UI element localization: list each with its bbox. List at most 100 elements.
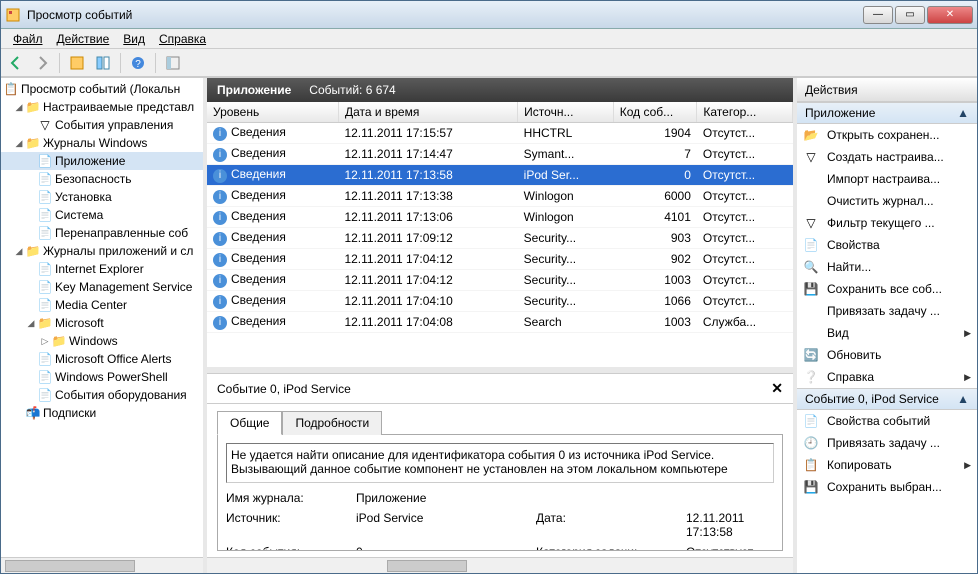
menu-action[interactable]: Действие bbox=[51, 30, 116, 48]
table-row[interactable]: iСведения12.11.2011 17:13:06Winlogon4101… bbox=[207, 207, 793, 228]
table-row[interactable]: iСведения12.11.2011 17:04:10Security...1… bbox=[207, 291, 793, 312]
action-view[interactable]: Вид▶ bbox=[797, 322, 977, 344]
expander-icon[interactable]: ◢ bbox=[13, 102, 25, 113]
table-row[interactable]: iСведения12.11.2011 17:15:57HHCTRL1904От… bbox=[207, 123, 793, 144]
tree-system[interactable]: 📄Система bbox=[1, 206, 203, 224]
table-row[interactable]: iСведения12.11.2011 17:04:12Security...9… bbox=[207, 249, 793, 270]
action-import-custom[interactable]: Импорт настраива... bbox=[797, 168, 977, 190]
menu-view[interactable]: Вид bbox=[117, 30, 151, 48]
tree-ie[interactable]: 📄Internet Explorer bbox=[1, 260, 203, 278]
action-create-custom[interactable]: ▽Создать настраива... bbox=[797, 146, 977, 168]
properties-icon[interactable] bbox=[92, 53, 114, 73]
action-copy[interactable]: 📋Копировать▶ bbox=[797, 454, 977, 476]
table-row[interactable]: iСведения12.11.2011 17:13:58iPod Ser...0… bbox=[207, 165, 793, 186]
action-properties[interactable]: 📄Свойства bbox=[797, 234, 977, 256]
table-row[interactable]: iСведения12.11.2011 17:14:47Symant...7От… bbox=[207, 144, 793, 165]
col-source[interactable]: Источн... bbox=[518, 102, 614, 123]
tree-admin-events[interactable]: ▽События управления bbox=[1, 116, 203, 134]
tree-setup[interactable]: 📄Установка bbox=[1, 188, 203, 206]
menu-help[interactable]: Справка bbox=[153, 30, 212, 48]
tree-pane: 📋Просмотр событий (Локальн ◢📁Настраиваем… bbox=[1, 78, 207, 573]
detail-hscroll[interactable] bbox=[207, 557, 793, 573]
open-icon: 📂 bbox=[803, 127, 819, 143]
content: 📋Просмотр событий (Локальн ◢📁Настраиваем… bbox=[1, 77, 977, 573]
tree-security[interactable]: 📄Безопасность bbox=[1, 170, 203, 188]
titlebar[interactable]: Просмотр событий — ▭ ✕ bbox=[1, 1, 977, 29]
table-row[interactable]: iСведения12.11.2011 17:04:12Security...1… bbox=[207, 270, 793, 291]
col-eventid[interactable]: Код соб... bbox=[613, 102, 697, 123]
tree-application[interactable]: 📄Приложение bbox=[1, 152, 203, 170]
action-help[interactable]: ❔Справка▶ bbox=[797, 366, 977, 388]
tree-microsoft[interactable]: ◢📁Microsoft bbox=[1, 314, 203, 332]
tree-root[interactable]: 📋Просмотр событий (Локальн bbox=[1, 80, 203, 98]
tree-hscroll[interactable] bbox=[1, 557, 203, 573]
action-refresh[interactable]: 🔄Обновить bbox=[797, 344, 977, 366]
col-category[interactable]: Категор... bbox=[697, 102, 793, 123]
grid-header[interactable]: Уровень Дата и время Источн... Код соб..… bbox=[207, 102, 793, 123]
action-save-all[interactable]: 💾Сохранить все соб... bbox=[797, 278, 977, 300]
detail-description: Не удается найти описание для идентифика… bbox=[226, 443, 774, 483]
tree-office-alerts[interactable]: 📄Microsoft Office Alerts bbox=[1, 350, 203, 368]
tree-windows-logs[interactable]: ◢📁Журналы Windows bbox=[1, 134, 203, 152]
expander-icon[interactable]: ◢ bbox=[25, 318, 37, 329]
maximize-button[interactable]: ▭ bbox=[895, 6, 925, 24]
action-attach-task[interactable]: Привязать задачу ... bbox=[797, 300, 977, 322]
tree-media-center[interactable]: 📄Media Center bbox=[1, 296, 203, 314]
actions-group-app[interactable]: Приложение▲ bbox=[797, 102, 977, 124]
actions-title: Действия bbox=[797, 78, 977, 102]
action-clear-log[interactable]: Очистить журнал... bbox=[797, 190, 977, 212]
tree-hardware[interactable]: 📄События оборудования bbox=[1, 386, 203, 404]
action-find[interactable]: 🔍Найти... bbox=[797, 256, 977, 278]
event-grid[interactable]: Уровень Дата и время Источн... Код соб..… bbox=[207, 102, 793, 367]
close-button[interactable]: ✕ bbox=[927, 6, 973, 24]
folder-icon: 📁 bbox=[37, 315, 53, 331]
table-row[interactable]: iСведения12.11.2011 17:13:38Winlogon6000… bbox=[207, 186, 793, 207]
table-row[interactable]: iСведения12.11.2011 17:09:12Security...9… bbox=[207, 228, 793, 249]
log-icon: 📄 bbox=[37, 279, 53, 295]
tree-app-logs[interactable]: ◢📁Журналы приложений и сл bbox=[1, 242, 203, 260]
log-icon: 📄 bbox=[37, 171, 53, 187]
filter-icon: ▽ bbox=[803, 215, 819, 231]
tree-powershell[interactable]: 📄Windows PowerShell bbox=[1, 368, 203, 386]
tree-custom-views[interactable]: ◢📁Настраиваемые представл bbox=[1, 98, 203, 116]
info-icon: i bbox=[213, 274, 227, 288]
tree-forwarded[interactable]: 📄Перенаправленные соб bbox=[1, 224, 203, 242]
forward-icon[interactable] bbox=[31, 53, 53, 73]
back-icon[interactable] bbox=[5, 53, 27, 73]
collapse-icon[interactable]: ▲ bbox=[957, 392, 969, 406]
action-open-saved[interactable]: 📂Открыть сохранен... bbox=[797, 124, 977, 146]
window: Просмотр событий — ▭ ✕ Файл Действие Вид… bbox=[0, 0, 978, 574]
menu-file[interactable]: Файл bbox=[7, 30, 49, 48]
folder-icon: 📁 bbox=[25, 243, 41, 259]
col-level[interactable]: Уровень bbox=[207, 102, 338, 123]
action-save-selected[interactable]: 💾Сохранить выбран... bbox=[797, 476, 977, 498]
tree-kms[interactable]: 📄Key Management Service bbox=[1, 278, 203, 296]
expander-icon[interactable]: ▷ bbox=[39, 336, 51, 347]
action-attach-task-event[interactable]: 🕘Привязать задачу ... bbox=[797, 432, 977, 454]
panel-icon[interactable] bbox=[162, 53, 184, 73]
tree-ms-windows[interactable]: ▷📁Windows bbox=[1, 332, 203, 350]
collapse-icon[interactable]: ▲ bbox=[957, 106, 969, 120]
table-row[interactable]: iСведения12.11.2011 17:04:08Search1003Сл… bbox=[207, 312, 793, 333]
expander-icon[interactable]: ◢ bbox=[13, 246, 25, 257]
tab-details[interactable]: Подробности bbox=[282, 411, 382, 435]
show-tree-icon[interactable] bbox=[66, 53, 88, 73]
menubar: Файл Действие Вид Справка bbox=[1, 29, 977, 49]
tree[interactable]: 📋Просмотр событий (Локальн ◢📁Настраиваем… bbox=[1, 78, 203, 557]
window-buttons: — ▭ ✕ bbox=[863, 6, 973, 24]
import-icon bbox=[803, 171, 819, 187]
actions-group-event[interactable]: Событие 0, iPod Service▲ bbox=[797, 388, 977, 410]
actions-pane: Действия Приложение▲ 📂Открыть сохранен..… bbox=[797, 78, 977, 573]
tree-subscriptions[interactable]: 📬Подписки bbox=[1, 404, 203, 422]
help-icon[interactable]: ? bbox=[127, 53, 149, 73]
minimize-button[interactable]: — bbox=[863, 6, 893, 24]
action-event-properties[interactable]: 📄Свойства событий bbox=[797, 410, 977, 432]
col-datetime[interactable]: Дата и время bbox=[338, 102, 517, 123]
task-icon bbox=[803, 303, 819, 319]
action-filter[interactable]: ▽Фильтр текущего ... bbox=[797, 212, 977, 234]
toolbar: ? bbox=[1, 49, 977, 77]
tab-general[interactable]: Общие bbox=[217, 411, 282, 435]
copy-icon: 📋 bbox=[803, 457, 819, 473]
expander-icon[interactable]: ◢ bbox=[13, 138, 25, 149]
detail-close-icon[interactable]: ✕ bbox=[771, 380, 783, 397]
